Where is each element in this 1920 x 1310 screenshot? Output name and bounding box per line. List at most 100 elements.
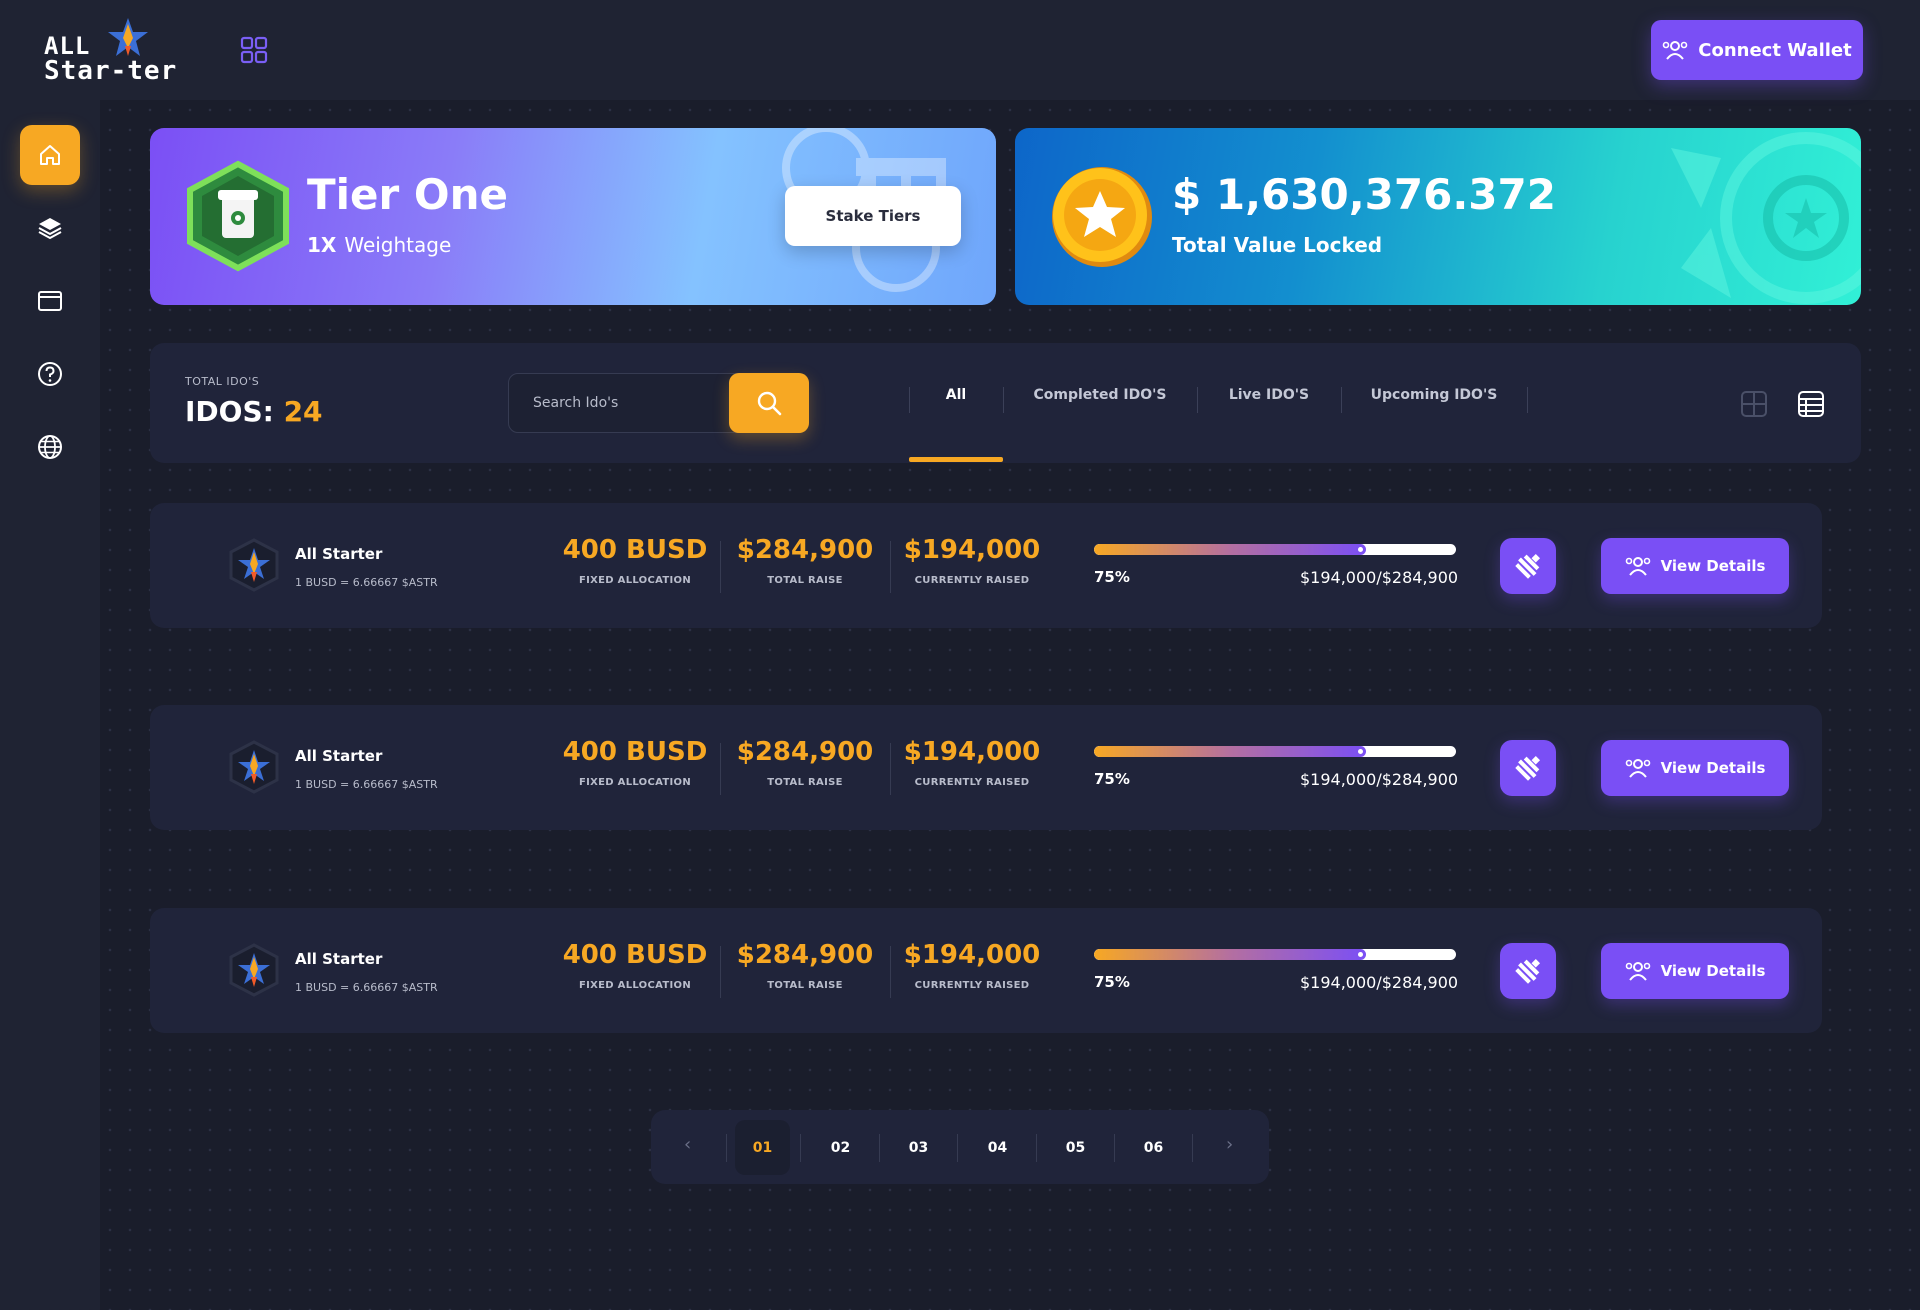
tier-title: Tier One	[307, 170, 508, 219]
page-separator	[1036, 1134, 1037, 1162]
ido-row: All Starter 1 BUSD = 6.66667 $ASTR 400 B…	[150, 503, 1822, 628]
progress-marker	[1357, 952, 1363, 957]
progress-percent: 75%	[1094, 973, 1130, 991]
allstarter-logo[interactable]: ALL Star-ter	[42, 16, 202, 86]
apps-grid-icon[interactable]	[240, 36, 268, 64]
ido-row: All Starter 1 BUSD = 6.66667 $ASTR 400 B…	[150, 705, 1822, 830]
tab-all[interactable]: All	[909, 387, 1003, 403]
tvl-card: $ 1,630,376.372 Total Value Locked	[1015, 128, 1861, 305]
tier-badge-icon	[187, 160, 289, 272]
sidebar-item-staking[interactable]	[20, 198, 80, 258]
page-separator	[957, 1134, 958, 1162]
allocation-value: 400 BUSD	[562, 535, 708, 565]
currently-raised-label: CURRENTLY RAISED	[914, 777, 1030, 788]
stat-separator	[720, 743, 721, 795]
raised-ratio: $194,000/$284,900	[1300, 973, 1459, 992]
sidebar-item-home[interactable]	[20, 125, 80, 185]
progress-percent: 75%	[1094, 770, 1130, 788]
logo-text-line2: Star-ter	[44, 56, 178, 86]
home-icon	[40, 145, 60, 165]
layers-icon	[38, 218, 62, 240]
currently-raised-label: CURRENTLY RAISED	[914, 980, 1030, 991]
allocation-label: FIXED ALLOCATION	[578, 980, 692, 991]
page-5[interactable]: 05	[1048, 1120, 1103, 1175]
total-idos-label: TOTAL IDO'S	[185, 375, 260, 388]
coin-icon	[1052, 167, 1152, 267]
currently-raised-value: $194,000	[903, 940, 1041, 970]
page-1[interactable]: 01	[735, 1120, 790, 1175]
allstarter-project-icon	[229, 740, 279, 794]
currently-raised: $194,000 CURRENTLY RAISED	[892, 535, 1052, 586]
users-icon	[1625, 759, 1650, 778]
search-button[interactable]	[729, 373, 809, 433]
page-6[interactable]: 06	[1126, 1120, 1181, 1175]
view-details-button[interactable]: View Details	[1601, 740, 1789, 796]
help-icon	[38, 362, 62, 386]
project-name: All Starter	[295, 545, 383, 563]
page-3[interactable]: 03	[891, 1120, 946, 1175]
total-raise-label: TOTAL RAISE	[767, 575, 843, 586]
view-details-label: View Details	[1660, 557, 1766, 575]
project-rate: 1 BUSD = 6.66667 $ASTR	[295, 576, 438, 589]
ido-row: All Starter 1 BUSD = 6.66667 $ASTR 400 B…	[150, 908, 1822, 1033]
total-raise-label: TOTAL RAISE	[767, 980, 843, 991]
total-raise-label: TOTAL RAISE	[767, 777, 843, 788]
connect-wallet-button[interactable]: Connect Wallet	[1651, 20, 1863, 80]
raise-progress-fill	[1094, 746, 1366, 757]
project-name: All Starter	[295, 747, 383, 765]
busd-icon	[1515, 553, 1541, 579]
search-input[interactable]	[509, 374, 729, 432]
currently-raised-value: $194,000	[903, 737, 1041, 767]
connect-wallet-label: Connect Wallet	[1698, 39, 1852, 61]
allstarter-project-icon	[229, 943, 279, 997]
tab-completed[interactable]: Completed IDO'S	[1003, 387, 1197, 403]
view-details-label: View Details	[1660, 759, 1766, 777]
raise-progress-bar	[1094, 544, 1456, 555]
filter-bar: TOTAL IDO'S IDOS: 24 All Completed IDO'S…	[150, 343, 1861, 463]
page-4[interactable]: 04	[970, 1120, 1025, 1175]
sidebar-item-help[interactable]	[20, 344, 80, 404]
raised-ratio: $194,000/$284,900	[1300, 568, 1459, 587]
users-icon	[1662, 41, 1688, 60]
search-icon	[757, 391, 782, 416]
tab-separator	[1527, 387, 1528, 413]
view-details-button[interactable]: View Details	[1601, 943, 1789, 999]
busd-token-button[interactable]	[1500, 740, 1556, 796]
tvl-value: $ 1,630,376.372	[1172, 170, 1556, 219]
currently-raised: $194,000 CURRENTLY RAISED	[892, 940, 1052, 991]
fixed-allocation: 400 BUSD FIXED ALLOCATION	[550, 940, 720, 991]
progress-percent: 75%	[1094, 568, 1130, 586]
stake-tiers-button[interactable]: Stake Tiers	[785, 186, 961, 246]
grid-view-icon[interactable]	[1741, 391, 1767, 417]
sidebar-item-browser[interactable]	[20, 271, 80, 331]
raise-progress-bar	[1094, 746, 1456, 757]
busd-icon	[1515, 755, 1541, 781]
tvl-label: Total Value Locked	[1172, 233, 1383, 257]
currently-raised-value: $194,000	[903, 535, 1041, 565]
pagination: ‹ 01 02 03 04 05 06 ›	[651, 1110, 1269, 1184]
total-raise: $284,900 TOTAL RAISE	[722, 535, 888, 586]
list-view-icon[interactable]	[1798, 391, 1824, 417]
view-details-button[interactable]: View Details	[1601, 538, 1789, 594]
busd-icon	[1515, 958, 1541, 984]
allocation-value: 400 BUSD	[562, 737, 708, 767]
busd-token-button[interactable]	[1500, 538, 1556, 594]
users-icon	[1625, 557, 1650, 576]
tier-weight-label: Weightage	[344, 233, 452, 257]
tab-upcoming[interactable]: Upcoming IDO'S	[1341, 387, 1527, 403]
page-separator	[879, 1134, 880, 1162]
busd-token-button[interactable]	[1500, 943, 1556, 999]
page-separator	[800, 1134, 801, 1162]
idos-count-value: 24	[283, 395, 323, 428]
active-tab-indicator	[909, 457, 1003, 462]
project-name: All Starter	[295, 950, 383, 968]
prev-page-button[interactable]: ‹	[684, 1134, 691, 1155]
next-page-button[interactable]: ›	[1226, 1134, 1233, 1155]
stat-separator	[890, 946, 891, 998]
total-raise-value: $284,900	[736, 737, 874, 767]
raise-progress-fill	[1094, 544, 1366, 555]
page-2[interactable]: 02	[813, 1120, 868, 1175]
sidebar-item-language[interactable]	[20, 417, 80, 477]
total-raise-value: $284,900	[736, 535, 874, 565]
tab-live[interactable]: Live IDO'S	[1197, 387, 1341, 403]
